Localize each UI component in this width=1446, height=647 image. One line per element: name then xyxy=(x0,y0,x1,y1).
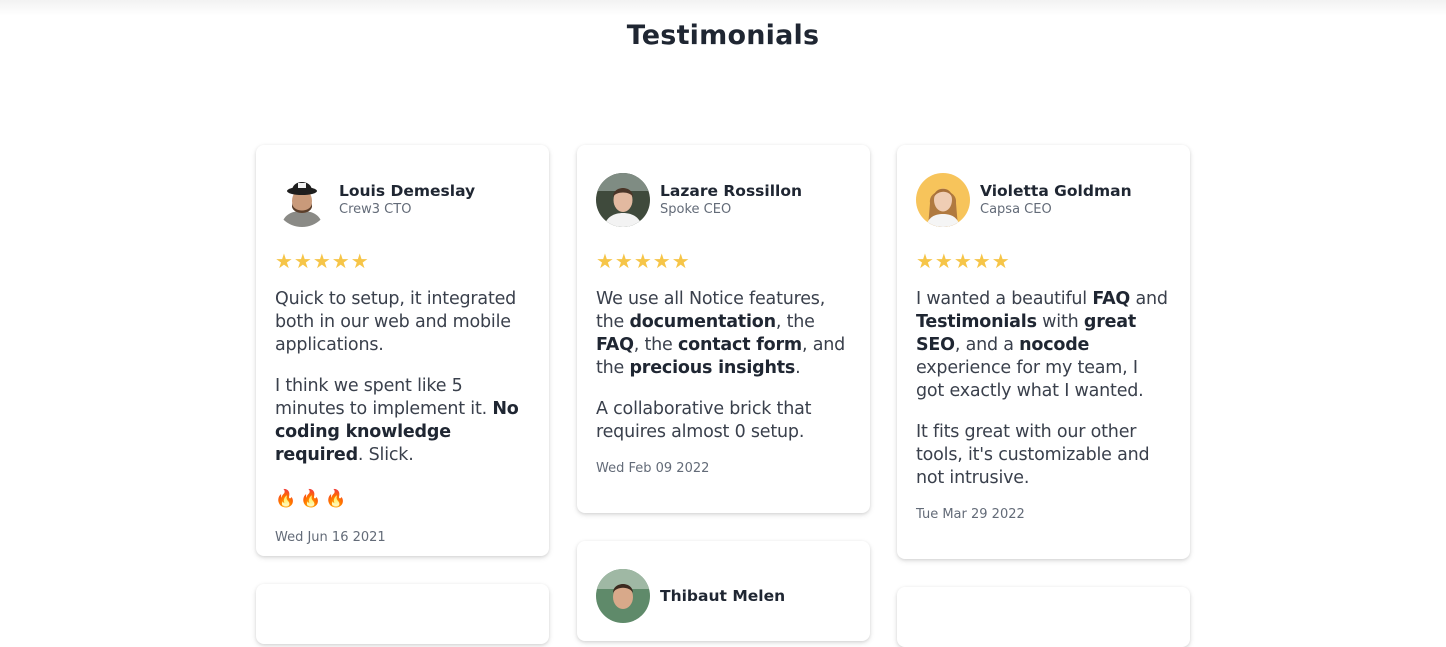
testimonial-date: Wed Feb 09 2022 xyxy=(596,461,710,476)
testimonial-text: A collaborative brick that requires almo… xyxy=(596,399,812,442)
testimonial-card: Violetta Goldman Capsa CEO ★★★★★ I wante… xyxy=(897,145,1190,559)
star-rating: ★★★★★ xyxy=(596,249,691,273)
avatar xyxy=(916,173,970,227)
testimonial-text: I think we spent like 5 minutes to imple… xyxy=(275,376,519,465)
author-name: Thibaut Melen xyxy=(660,586,786,605)
author-name: Lazare Rossillon xyxy=(660,182,803,200)
testimonial-text: We use all Notice features, the document… xyxy=(596,289,846,378)
testimonial-text: Quick to setup, it integrated both in ou… xyxy=(275,289,517,355)
avatar xyxy=(596,173,650,227)
testimonial-card xyxy=(897,587,1190,647)
author-role: Capsa CEO xyxy=(980,202,1052,217)
testimonial-date: Tue Mar 29 2022 xyxy=(916,507,1025,522)
author-role: Spoke CEO xyxy=(660,202,732,217)
star-rating: ★★★★★ xyxy=(275,249,370,273)
testimonial-card xyxy=(256,584,549,644)
testimonial-text: I wanted a beautiful FAQ and Testimonial… xyxy=(916,289,1168,401)
card-header: Thibaut Melen xyxy=(596,569,850,623)
page-title: Testimonials xyxy=(626,20,820,51)
author-name: Violetta Goldman xyxy=(980,182,1132,200)
testimonial-text: It fits great with our other tools, it's… xyxy=(916,422,1150,488)
author-name: Louis Demeslay xyxy=(339,182,476,200)
avatar xyxy=(275,173,329,227)
card-header: Louis Demeslay Crew3 CTO xyxy=(275,173,529,227)
author-role: Crew3 CTO xyxy=(339,202,412,217)
fire-icon: 🔥🔥🔥 xyxy=(275,489,351,509)
header-shadow xyxy=(0,0,1446,16)
star-rating: ★★★★★ xyxy=(916,249,1011,273)
testimonial-card: Lazare Rossillon Spoke CEO ★★★★★ We use … xyxy=(577,145,870,513)
avatar xyxy=(596,569,650,623)
card-header: Violetta Goldman Capsa CEO xyxy=(916,173,1170,227)
testimonial-date: Wed Jun 16 2021 xyxy=(275,530,386,545)
testimonial-card: Louis Demeslay Crew3 CTO ★★★★★ Quick to … xyxy=(256,145,549,556)
testimonial-card: Thibaut Melen xyxy=(577,541,870,641)
card-header: Lazare Rossillon Spoke CEO xyxy=(596,173,850,227)
